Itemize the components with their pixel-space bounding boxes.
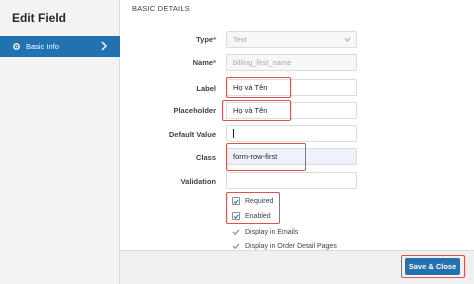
validation-field[interactable] <box>226 172 357 189</box>
text-cursor <box>233 129 234 138</box>
name-field[interactable]: billing_first_name <box>226 54 357 71</box>
highlight-box-label <box>226 77 291 98</box>
highlight-box-class <box>226 143 306 171</box>
default-value-label: Default Value <box>168 130 216 139</box>
gear-icon <box>13 43 20 50</box>
label-label: Label <box>196 84 216 93</box>
checkmark-icon <box>232 229 240 236</box>
checkmark-icon <box>232 243 240 250</box>
dialog-title: Edit Field <box>12 11 66 25</box>
display-order-pages-label: Display in Order Detail Pages <box>245 242 337 250</box>
display-order-pages-checkbox-row[interactable]: Display in Order Detail Pages <box>232 242 337 250</box>
highlight-box-checkboxes <box>226 192 280 224</box>
display-emails-label: Display in Emails <box>245 228 299 236</box>
display-emails-checkbox-row[interactable]: Display in Emails <box>232 228 298 236</box>
validation-label: Validation <box>180 177 216 186</box>
default-value-field[interactable] <box>226 125 357 142</box>
chevron-right-icon <box>101 41 108 51</box>
placeholder-label: Placeholder <box>173 106 216 115</box>
chevron-down-icon <box>344 37 351 42</box>
highlight-box-save <box>401 255 465 278</box>
type-select[interactable]: Text <box>226 31 357 48</box>
sidebar-item-basic-info[interactable]: Basic Info <box>0 36 120 57</box>
highlight-box-placeholder <box>222 100 291 121</box>
name-label: Name* <box>192 58 216 67</box>
required-mark: * <box>213 35 216 44</box>
class-label: Class <box>195 153 216 162</box>
sidebar-item-label: Basic Info <box>26 42 59 51</box>
type-label: Type* <box>196 35 216 44</box>
required-mark: * <box>213 58 216 67</box>
section-title: BASIC DETAILS <box>132 4 190 13</box>
